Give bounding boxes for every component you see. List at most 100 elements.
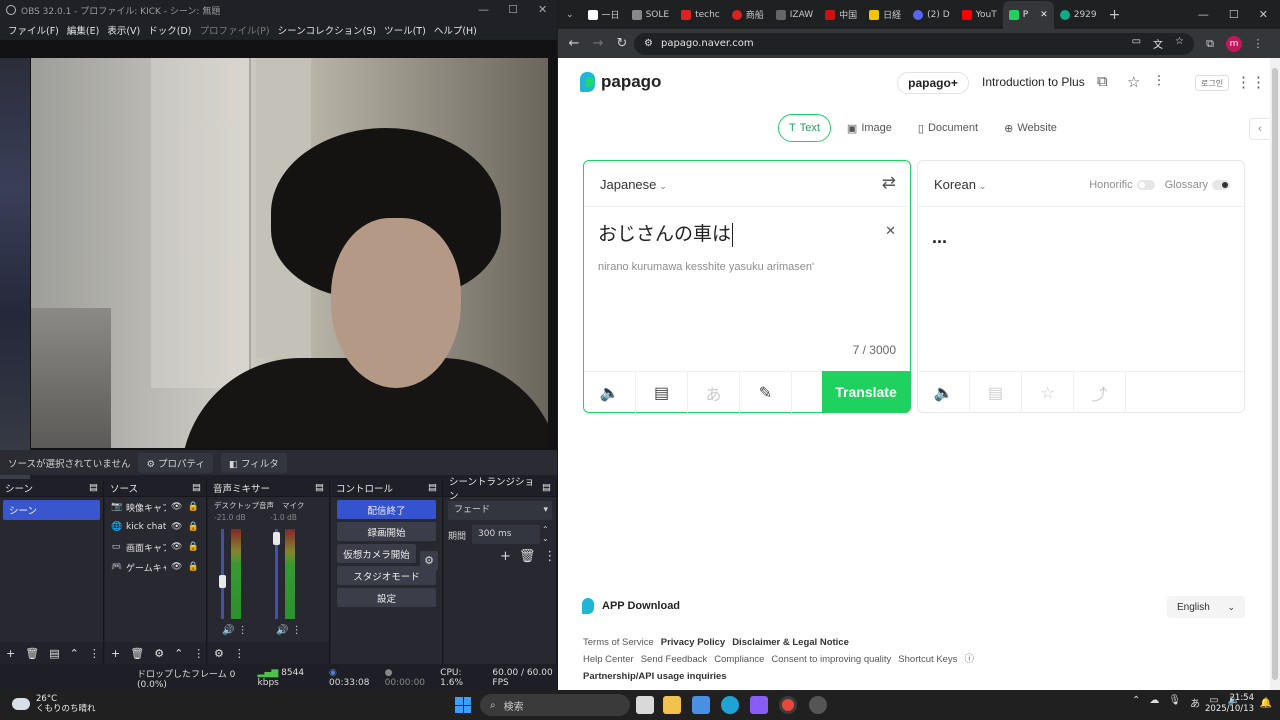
tab-item[interactable]: SOLE xyxy=(626,4,676,26)
open-external-icon[interactable]: ⧉ xyxy=(1097,73,1108,90)
eye-icon[interactable]: 👁 xyxy=(171,502,182,512)
new-tab-icon[interactable]: + xyxy=(1103,4,1127,26)
scene-item[interactable]: シーン xyxy=(3,500,100,520)
minimize-icon[interactable]: — xyxy=(478,3,489,16)
ime-indicator[interactable]: あ xyxy=(1190,695,1200,710)
source-item[interactable]: ▭ 画面キャプ 👁 🔒 xyxy=(105,537,206,557)
chevron-up-icon[interactable]: ⌃ xyxy=(1132,695,1140,710)
privacy-link[interactable]: Privacy Policy xyxy=(661,637,725,648)
dock-menu-icon[interactable]: ▤ xyxy=(315,482,324,493)
forward-icon[interactable]: → xyxy=(586,36,610,51)
dictionary-icon[interactable]: ▤ xyxy=(636,371,688,413)
target-language-select[interactable]: Korean ⌄ xyxy=(934,177,986,192)
apps-grid-icon[interactable]: ⋮⋮ xyxy=(1236,73,1266,91)
duration-input[interactable]: 300 ms xyxy=(472,525,540,544)
start-recording-button[interactable]: 録画開始 xyxy=(337,522,436,541)
translate-icon[interactable]: 文 xyxy=(1153,36,1163,51)
properties-button[interactable]: ⚙ プロパティ xyxy=(138,452,213,473)
bookmark-star-icon[interactable]: ☆ xyxy=(1175,36,1184,51)
tab-item[interactable]: 中国 xyxy=(819,4,863,26)
menu-icon[interactable]: ⋮ xyxy=(1246,37,1270,50)
mic-volume-slider[interactable] xyxy=(273,532,280,546)
translate-button[interactable]: Translate xyxy=(822,371,910,413)
tab-close-icon[interactable]: ✕ xyxy=(1040,10,1048,20)
trash-icon[interactable]: 🗑 xyxy=(519,549,536,564)
side-panel-toggle[interactable]: ‹ xyxy=(1249,118,1271,140)
close-icon[interactable]: ✕ xyxy=(538,3,547,16)
tab-item[interactable]: YouT xyxy=(956,4,1003,26)
dock-menu-icon[interactable]: ▤ xyxy=(542,482,551,493)
windows-start-icon[interactable] xyxy=(455,697,471,713)
partnership-link[interactable]: Partnership/API usage inquiries xyxy=(583,671,727,682)
share-icon[interactable]: ⤴ xyxy=(1074,371,1126,413)
lock-icon[interactable]: 🔒 xyxy=(187,562,198,572)
send-feedback-link[interactable]: Send Feedback xyxy=(641,654,708,665)
tab-item-active[interactable]: P ✕ xyxy=(1002,1,1054,29)
trash-icon[interactable]: 🗑 xyxy=(130,647,144,660)
handwriting-icon[interactable]: あ xyxy=(688,371,740,413)
stop-streaming-button[interactable]: 配信終了 xyxy=(337,500,436,519)
favorite-star-icon[interactable]: ☆ xyxy=(1022,371,1074,413)
site-info-icon[interactable]: ⚙ xyxy=(644,38,653,49)
dock-menu-icon[interactable]: ▤ xyxy=(89,482,98,493)
page-scrollbar[interactable] xyxy=(1270,58,1280,690)
gear-icon[interactable]: ⚙ xyxy=(154,647,164,660)
disclaimer-link[interactable]: Disclaimer & Legal Notice xyxy=(732,637,849,648)
url-input[interactable]: ⚙ papago.naver.com ▭ 文 ☆ xyxy=(634,32,1194,55)
taskbar-search[interactable]: ⌕ 検索 xyxy=(480,694,630,716)
tab-search-menu[interactable]: ⌄ xyxy=(558,4,582,26)
help-center-link[interactable]: Help Center xyxy=(583,654,634,665)
more-icon[interactable]: ⋮ xyxy=(89,647,100,660)
source-item[interactable]: 🎮ゲームキャプ 👁 🔒 xyxy=(105,557,206,577)
reload-icon[interactable]: ↻ xyxy=(610,36,634,51)
add-icon[interactable]: + xyxy=(111,647,120,660)
desktop-volume-track[interactable] xyxy=(221,529,224,619)
compliance-link[interactable]: Compliance xyxy=(714,654,764,665)
weather-widget[interactable]: 26°C くもりのち晴れ xyxy=(12,694,96,714)
listen-speaker-icon[interactable]: 🔈 xyxy=(584,371,636,413)
menu-dock[interactable]: ドック(D) xyxy=(144,23,195,37)
source-language-select[interactable]: Japanese ⌄ xyxy=(600,177,667,192)
lock-icon[interactable]: 🔒 xyxy=(187,542,198,552)
tab-website[interactable]: ⊕ Website xyxy=(994,114,1067,142)
add-icon[interactable]: + xyxy=(6,647,15,660)
maximize-icon[interactable]: ☐ xyxy=(1229,8,1239,21)
tab-item[interactable]: 一日 xyxy=(582,4,626,26)
trash-icon[interactable]: 🗑 xyxy=(25,647,39,660)
maximize-icon[interactable]: ☐ xyxy=(508,3,518,16)
clear-text-icon[interactable]: ✕ xyxy=(885,223,896,239)
tab-text[interactable]: T Text xyxy=(778,114,831,142)
favorites-star-icon[interactable]: ☆ xyxy=(1127,73,1140,91)
duration-stepper[interactable]: ⌃ ⌄ xyxy=(542,525,549,543)
minimize-icon[interactable]: — xyxy=(1198,8,1209,21)
tab-item[interactable]: techc xyxy=(675,4,726,26)
consent-link[interactable]: Consent to improving quality xyxy=(771,654,891,665)
chevron-up-icon[interactable]: ⌃ xyxy=(174,647,183,660)
scrollbar-thumb[interactable] xyxy=(1272,68,1278,680)
mic-icon[interactable]: 🎙 xyxy=(1168,695,1181,710)
chrome-icon[interactable] xyxy=(779,696,797,714)
extensions-icon[interactable]: ⧉ xyxy=(1198,37,1222,51)
more-icon[interactable]: ⋮ xyxy=(193,647,204,660)
copilot-icon[interactable] xyxy=(750,696,768,714)
menu-profile[interactable]: プロファイル(P) xyxy=(195,23,273,37)
taskbar-clock[interactable]: 21:54 2025/10/13 xyxy=(1205,693,1254,715)
profile-avatar[interactable]: m xyxy=(1222,35,1246,52)
notification-icon[interactable]: 🔔 xyxy=(1260,698,1272,709)
speaker-icon[interactable]: 🔊 ⋮ xyxy=(276,625,302,636)
papago-plus-button[interactable]: papago+ xyxy=(897,72,969,94)
virtual-camera-settings-icon[interactable]: ⚙ xyxy=(420,551,438,570)
dictionary-icon[interactable]: ▤ xyxy=(970,371,1022,413)
menu-scene-collection[interactable]: シーンコレクション(S) xyxy=(274,23,380,37)
menu-edit[interactable]: 編集(E) xyxy=(63,23,103,37)
lock-icon[interactable]: 🔒 xyxy=(187,522,198,532)
settings-button[interactable]: 設定 xyxy=(337,588,436,607)
honorific-toggle[interactable]: Honorific xyxy=(1089,179,1155,191)
app-download[interactable]: APP Download xyxy=(582,598,680,614)
introduction-to-plus-link[interactable]: Introduction to Plus xyxy=(982,75,1085,89)
more-icon[interactable]: ⋮ xyxy=(543,549,556,564)
link-icon[interactable]: ⚙ xyxy=(214,647,224,660)
cast-icon[interactable]: ▭ xyxy=(1132,36,1141,51)
menu-help[interactable]: ヘルプ(H) xyxy=(430,23,481,37)
tab-item[interactable]: 日経 xyxy=(863,4,907,26)
